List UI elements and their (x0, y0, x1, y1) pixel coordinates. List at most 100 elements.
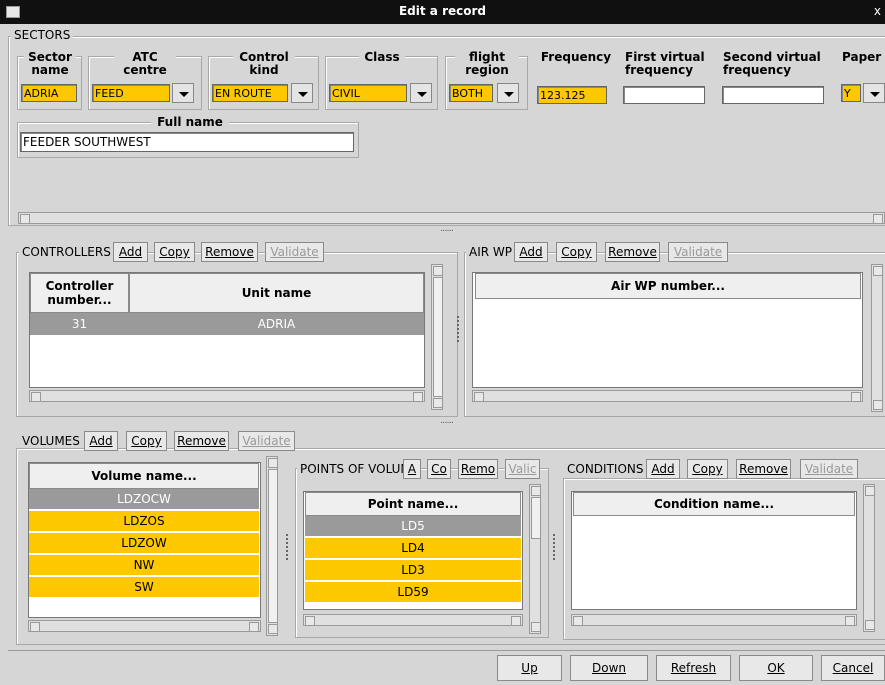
controllers-horizontal-scrollbar[interactable] (29, 390, 425, 402)
volume-name-column-header[interactable]: Volume name... (29, 463, 259, 489)
conditions-copy-button[interactable]: Copy (687, 459, 728, 479)
conditions-validate-button[interactable]: Validate (800, 459, 858, 479)
controller-number-cell: 31 (71, 317, 88, 331)
frequency-field[interactable]: 123.125 (537, 86, 607, 104)
points-remove-button[interactable]: Remo (458, 459, 498, 479)
splitter-grip[interactable]: ....... (440, 224, 454, 234)
table-row[interactable]: 31 ADRIA (30, 313, 424, 335)
list-item[interactable]: LD3 (305, 560, 521, 580)
air-wp-copy-button[interactable]: Copy (556, 242, 597, 262)
flight-region-field[interactable]: BOTH (449, 84, 493, 102)
list-item[interactable]: SW (29, 577, 259, 597)
cancel-button[interactable]: Cancel (821, 655, 885, 681)
volumes-remove-button[interactable]: Remove (174, 431, 229, 451)
volumes-copy-button[interactable]: Copy (126, 431, 167, 451)
list-item[interactable]: LDZOCW (29, 489, 259, 509)
down-button[interactable]: Down (570, 655, 648, 681)
scroll-up-icon[interactable] (873, 266, 883, 276)
scroll-down-icon[interactable] (865, 620, 875, 630)
scroll-left-icon[interactable] (573, 616, 583, 626)
full-name-field[interactable]: FEEDER SOUTHWEST (20, 132, 354, 152)
points-validate-button[interactable]: Valic (505, 459, 540, 479)
scroll-thumb[interactable] (433, 277, 443, 397)
volumes-vertical-scrollbar[interactable] (266, 456, 278, 636)
scroll-up-icon[interactable] (531, 486, 541, 496)
air-wp-number-column-header[interactable]: Air WP number... (475, 273, 861, 299)
flight-region-dropdown-icon[interactable] (497, 83, 519, 103)
scroll-down-icon[interactable] (873, 400, 883, 410)
paper-dropdown-icon[interactable] (863, 83, 885, 103)
volumes-validate-button[interactable]: Validate (238, 431, 295, 451)
scroll-left-icon[interactable] (20, 214, 30, 224)
volumes-horizontal-scrollbar[interactable] (28, 620, 261, 632)
scroll-up-icon[interactable] (268, 458, 278, 468)
air-wp-horizontal-scrollbar[interactable] (472, 390, 863, 402)
up-button[interactable]: Up (497, 655, 562, 681)
controllers-validate-button[interactable]: Validate (265, 242, 324, 262)
close-icon[interactable]: x (874, 4, 881, 18)
air-wp-remove-button[interactable]: Remove (605, 242, 660, 262)
list-item[interactable]: LD4 (305, 538, 521, 558)
controllers-add-button[interactable]: Add (113, 242, 148, 262)
unit-name-column-header[interactable]: Unit name (129, 273, 424, 313)
list-item[interactable]: NW (29, 555, 259, 575)
scroll-thumb[interactable] (268, 469, 278, 623)
scroll-right-icon[interactable] (413, 392, 423, 402)
scroll-left-icon[interactable] (474, 392, 484, 402)
sector-name-field[interactable]: ADRIA (21, 84, 77, 102)
atc-field[interactable]: FEED (92, 84, 170, 102)
points-copy-button[interactable]: Co (427, 459, 451, 479)
list-item[interactable]: LD5 (305, 516, 521, 536)
sectors-horizontal-scrollbar[interactable] (18, 212, 885, 224)
volumes-add-button[interactable]: Add (84, 431, 118, 451)
condition-name-column-header[interactable]: Condition name... (573, 492, 855, 516)
air-wp-vertical-scrollbar[interactable] (871, 264, 883, 412)
atc-dropdown-icon[interactable] (172, 83, 194, 103)
scroll-left-icon[interactable] (30, 622, 40, 632)
scroll-left-icon[interactable] (305, 616, 315, 626)
points-horizontal-scrollbar[interactable] (303, 614, 523, 626)
scroll-right-icon[interactable] (511, 616, 521, 626)
conditions-horizontal-scrollbar[interactable] (571, 614, 857, 626)
scroll-up-icon[interactable] (865, 486, 875, 496)
controller-number-column-header[interactable]: Controller number... (30, 273, 129, 313)
controllers-remove-button[interactable]: Remove (201, 242, 258, 262)
scroll-right-icon[interactable] (845, 616, 855, 626)
ok-button[interactable]: OK (739, 655, 813, 681)
refresh-button[interactable]: Refresh (656, 655, 731, 681)
scroll-right-icon[interactable] (851, 392, 861, 402)
list-item[interactable]: LD59 (305, 582, 521, 602)
points-vertical-scrollbar[interactable] (529, 484, 541, 634)
paper-field[interactable]: Y (841, 84, 861, 102)
conditions-add-button[interactable]: Add (646, 459, 680, 479)
points-add-button[interactable]: A (403, 459, 421, 479)
scroll-right-icon[interactable] (249, 622, 259, 632)
list-item[interactable]: LDZOW (29, 533, 259, 553)
air-wp-validate-button[interactable]: Validate (668, 242, 728, 262)
air-wp-add-button[interactable]: Add (514, 242, 548, 262)
list-item[interactable]: LDZOS (29, 511, 259, 531)
splitter-grip[interactable]: ....... (440, 416, 454, 426)
conditions-remove-button[interactable]: Remove (736, 459, 791, 479)
scroll-down-icon[interactable] (268, 624, 278, 634)
conditions-vertical-scrollbar[interactable] (863, 484, 875, 632)
scroll-thumb[interactable] (531, 497, 541, 539)
scroll-down-icon[interactable] (531, 622, 541, 632)
class-field[interactable]: CIVIL (329, 84, 407, 102)
controllers-copy-button[interactable]: Copy (154, 242, 195, 262)
vertical-splitter-grip[interactable] (553, 534, 557, 560)
class-dropdown-icon[interactable] (410, 83, 432, 103)
control-kind-dropdown-icon[interactable] (291, 83, 313, 103)
point-name-column-header[interactable]: Point name... (305, 492, 521, 516)
scroll-right-icon[interactable] (873, 214, 883, 224)
vertical-splitter-grip[interactable] (286, 534, 290, 560)
scroll-up-icon[interactable] (433, 266, 443, 276)
scroll-left-icon[interactable] (31, 392, 41, 402)
controllers-vertical-scrollbar[interactable] (431, 264, 443, 410)
first-virtual-field[interactable] (623, 86, 705, 104)
vertical-splitter-grip[interactable] (457, 316, 461, 342)
control-kind-field[interactable]: EN ROUTE (212, 84, 288, 102)
scroll-down-icon[interactable] (433, 398, 443, 408)
second-virtual-field[interactable] (722, 86, 824, 104)
sector-name-header: Sector name (24, 51, 76, 77)
